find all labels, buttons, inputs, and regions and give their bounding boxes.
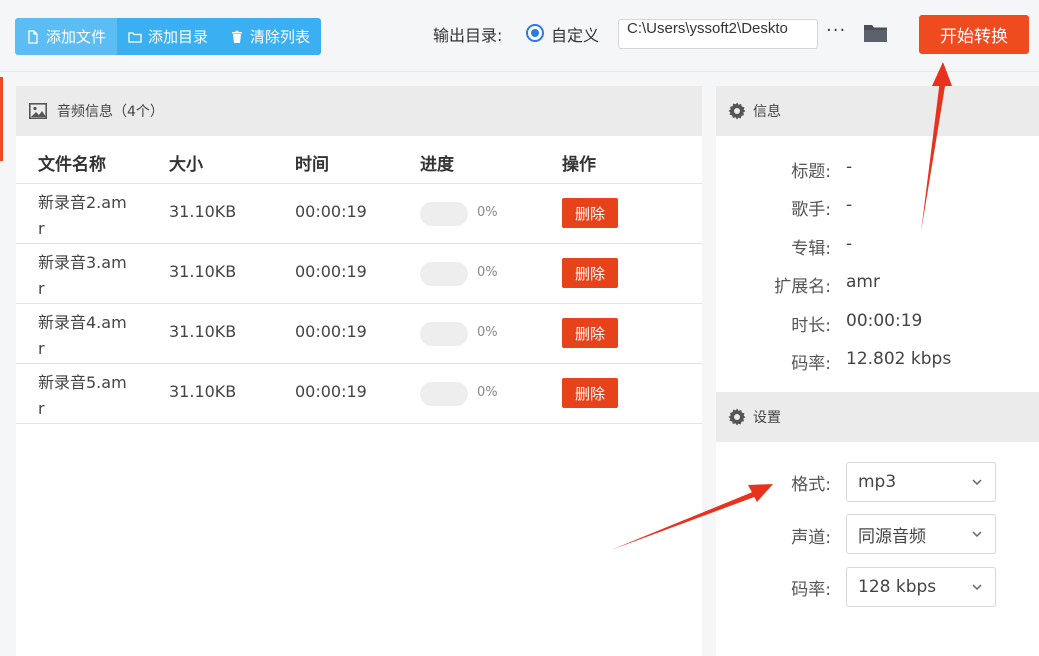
file-name: 新录音3.amr — [38, 253, 127, 298]
start-convert-button[interactable]: 开始转换 — [919, 15, 1029, 54]
bitrate-select[interactable]: 128 kbps — [846, 567, 996, 607]
delete-button[interactable]: 删除 — [562, 378, 618, 408]
folder-outline-icon — [128, 30, 142, 44]
progress-bar — [420, 322, 468, 346]
clear-list-label: 清除列表 — [250, 28, 311, 46]
output-directory-label: 输出目录: — [433, 26, 503, 45]
add-file-button[interactable]: 添加文件 — [15, 18, 118, 55]
progress-percent: 0% — [477, 385, 498, 400]
clear-list-button[interactable]: 清除列表 — [219, 18, 322, 55]
file-name: 新录音4.amr — [38, 313, 127, 358]
channel-select[interactable]: 同源音频 — [846, 514, 996, 554]
info-value: - — [846, 234, 853, 254]
chevron-down-icon — [972, 479, 982, 486]
open-folder-icon[interactable] — [863, 22, 888, 44]
file-duration: 00:00:19 — [295, 322, 367, 341]
delete-button[interactable]: 删除 — [562, 198, 618, 228]
info-key: 标题: — [791, 162, 831, 182]
channel-label: 声道: — [791, 528, 831, 548]
info-value: 00:00:19 — [846, 311, 923, 331]
col-header-progress: 进度 — [420, 155, 454, 175]
file-size: 31.10KB — [169, 202, 237, 221]
progress-percent: 0% — [477, 325, 498, 340]
gear-icon — [728, 102, 746, 120]
file-size: 31.10KB — [169, 262, 237, 281]
custom-output-label[interactable]: 自定义 — [551, 22, 599, 46]
toolbar-button-group: 添加文件 添加目录 清除列表 — [15, 18, 322, 55]
gear-icon — [728, 408, 746, 426]
info-key: 扩展名: — [774, 277, 831, 297]
progress-bar — [420, 202, 468, 226]
add-directory-button[interactable]: 添加目录 — [117, 18, 220, 55]
progress-percent: 0% — [477, 205, 498, 220]
output-path-field[interactable]: C:\Users\yssoft2\Deskto — [618, 19, 818, 49]
file-name: 新录音5.amr — [38, 373, 127, 418]
trash-icon — [230, 30, 244, 44]
file-duration: 00:00:19 — [295, 262, 367, 281]
file-duration: 00:00:19 — [295, 382, 367, 401]
chevron-down-icon — [972, 531, 982, 538]
table-row[interactable]: 新录音2.amr 31.10KB 00:00:19 0% 删除 — [16, 184, 702, 244]
progress-bar — [420, 262, 468, 286]
col-header-operation: 操作 — [562, 155, 596, 175]
format-label: 格式: — [791, 475, 831, 495]
more-options-button[interactable]: ··· — [826, 20, 846, 41]
info-key: 时长: — [791, 316, 831, 336]
file-icon — [26, 29, 40, 44]
audio-list-title: 音频信息（4个） — [57, 104, 164, 120]
format-select[interactable]: mp3 — [846, 462, 996, 502]
delete-button[interactable]: 删除 — [562, 318, 618, 348]
format-value: mp3 — [858, 472, 897, 492]
info-key: 码率: — [791, 354, 831, 374]
col-header-size: 大小 — [169, 155, 203, 175]
table-row[interactable]: 新录音4.amr 31.10KB 00:00:19 0% 删除 — [16, 304, 702, 364]
info-value: amr — [846, 272, 880, 292]
col-header-name: 文件名称 — [38, 155, 106, 175]
settings-header: 设置 — [716, 392, 1039, 442]
table-row[interactable]: 新录音3.amr 31.10KB 00:00:19 0% 删除 — [16, 244, 702, 304]
progress-bar — [420, 382, 468, 406]
progress-percent: 0% — [477, 265, 498, 280]
table-header: 文件名称 大小 时间 进度 操作 — [16, 136, 702, 184]
info-value: 12.802 kbps — [846, 349, 952, 369]
file-size: 31.10KB — [169, 322, 237, 341]
app-window: 添加文件 添加目录 清除列表 输出目录: 自定义 C:\Users\yssoft… — [0, 0, 1039, 656]
delete-button[interactable]: 删除 — [562, 258, 618, 288]
info-value: - — [846, 195, 853, 215]
settings-title: 设置 — [753, 410, 781, 426]
custom-output-radio[interactable] — [526, 24, 544, 42]
file-duration: 00:00:19 — [295, 202, 367, 221]
file-name: 新录音2.amr — [38, 193, 127, 238]
col-header-time: 时间 — [295, 155, 329, 175]
info-value: - — [846, 157, 853, 177]
audio-list-header: 音频信息（4个） — [16, 86, 702, 136]
file-size: 31.10KB — [169, 382, 237, 401]
info-key: 歌手: — [791, 200, 831, 220]
left-edge-accent — [0, 77, 3, 161]
info-settings-panel: 信息 标题: - 歌手: - 专辑: - 扩展名: amr 时长: 00:00:… — [716, 86, 1039, 656]
bitrate-label: 码率: — [791, 580, 831, 600]
chevron-down-icon — [972, 584, 982, 591]
info-header: 信息 — [716, 86, 1039, 136]
bitrate-value: 128 kbps — [858, 577, 937, 597]
add-directory-label: 添加目录 — [148, 28, 209, 46]
info-key: 专辑: — [791, 239, 831, 259]
toolbar: 添加文件 添加目录 清除列表 输出目录: 自定义 C:\Users\yssoft… — [0, 0, 1039, 72]
audio-list-panel: 音频信息（4个） 文件名称 大小 时间 进度 操作 新录音2.amr 31.10… — [16, 86, 702, 656]
channel-value: 同源音频 — [858, 526, 926, 547]
image-icon — [29, 103, 47, 119]
add-file-label: 添加文件 — [46, 28, 107, 46]
table-row[interactable]: 新录音5.amr 31.10KB 00:00:19 0% 删除 — [16, 364, 702, 424]
info-title: 信息 — [753, 104, 781, 120]
